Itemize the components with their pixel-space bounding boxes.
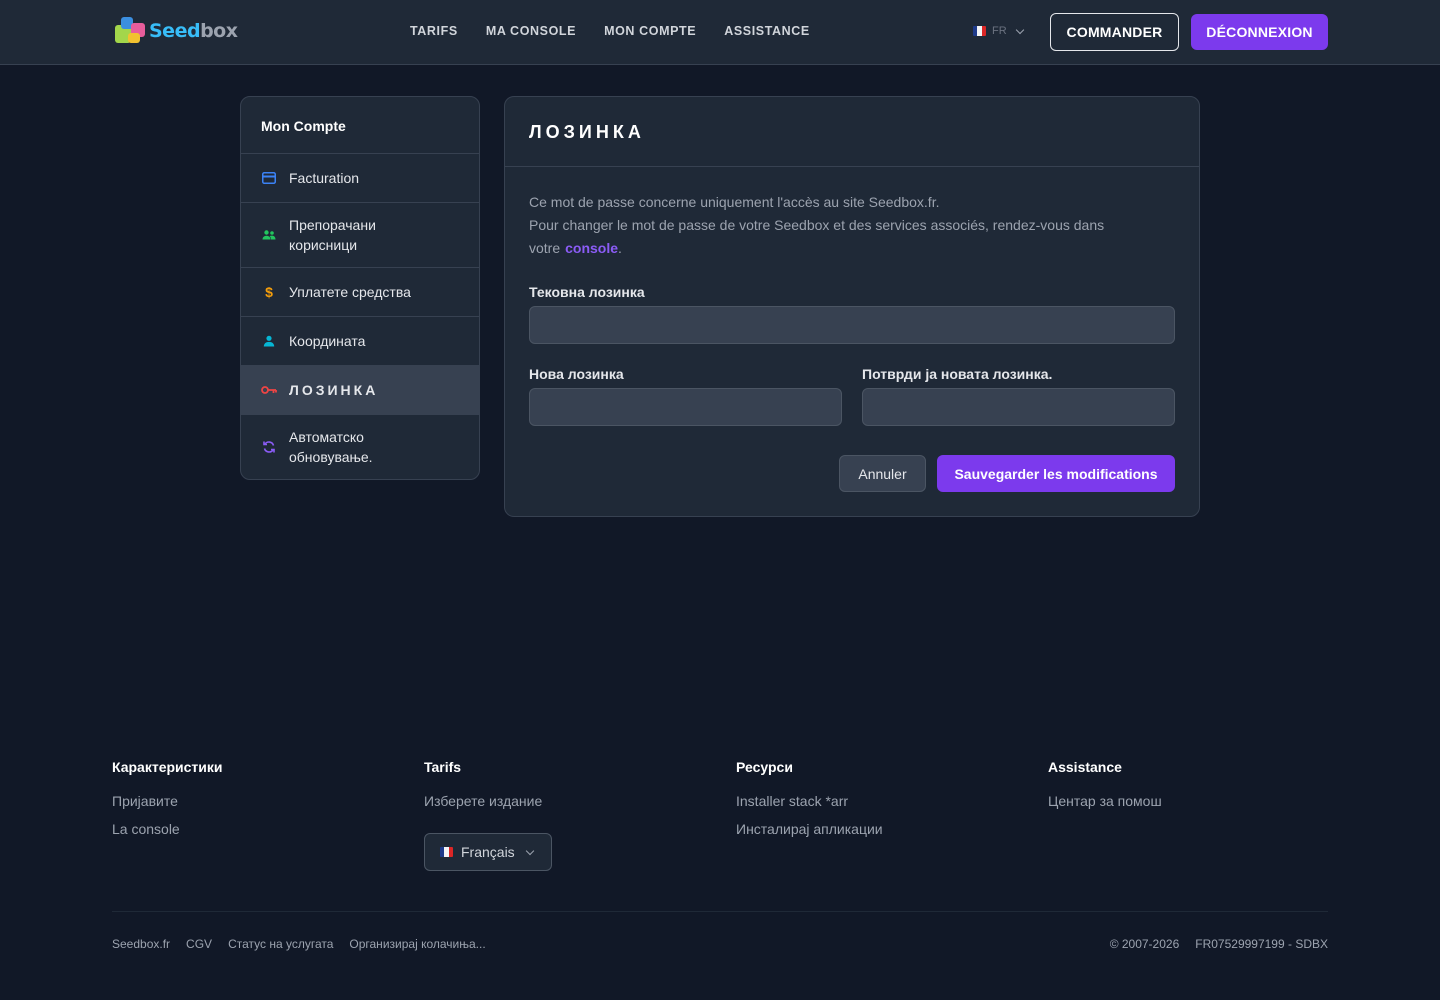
company-id: FR07529997199 - SDBX (1195, 937, 1328, 951)
sidebar-item-label: Автоматско обновување. (289, 429, 373, 465)
password-description: Ce mot de passe concerne uniquement l'ac… (529, 191, 1169, 260)
footer-bottom-link-cookies[interactable]: Организирај колачиња... (349, 937, 485, 951)
account-sidebar: Mon Compte Facturation Препорачани корис… (240, 96, 480, 480)
credit-card-icon (261, 170, 277, 186)
nav-tarifs[interactable]: TARIFS (410, 24, 458, 38)
footer-language-select[interactable]: Français (424, 833, 552, 871)
logout-button[interactable]: DÉCONNEXION (1191, 14, 1328, 50)
footer-link-install-arr[interactable]: Installer stack *arr (736, 793, 883, 810)
footer-col-assistance: Assistance Центар за помош (1048, 759, 1162, 821)
nav-assistance[interactable]: ASSISTANCE (724, 24, 810, 38)
logo-mark-icon (113, 15, 147, 47)
footer-link-help-center[interactable]: Центар за помош (1048, 793, 1162, 810)
sidebar-item-label: Координата (289, 333, 366, 349)
key-icon (261, 382, 277, 398)
footer-link-choose-edition[interactable]: Изберете издание (424, 793, 542, 810)
password-card: ЛОЗИНКА Ce mot de passe concerne uniquem… (504, 96, 1200, 517)
commander-button[interactable]: COMMANDER (1050, 13, 1179, 51)
nav-mon-compte[interactable]: MON COMPTE (604, 24, 696, 38)
sidebar-item-label: Уплатете средства (289, 284, 411, 300)
cancel-button[interactable]: Annuler (839, 455, 926, 492)
footer-heading: Assistance (1048, 759, 1122, 775)
sidebar-item-add-funds[interactable]: $ Уплатете средства (241, 268, 479, 317)
logo-text-part2: box (200, 20, 238, 42)
user-icon (261, 333, 277, 349)
current-password-input[interactable] (529, 306, 1175, 344)
language-switcher[interactable]: FR (973, 25, 1024, 37)
logo-text: Seedbox (149, 20, 238, 42)
new-password-input[interactable] (529, 388, 842, 426)
description-period: . (618, 240, 622, 256)
footer-bottom-link-seedbox[interactable]: Seedbox.fr (112, 937, 170, 951)
refresh-icon (261, 439, 277, 455)
sidebar-item-coordinates[interactable]: Координата (241, 317, 479, 366)
sidebar-item-label: Facturation (289, 170, 360, 186)
current-password-label: Тековна лозинка (529, 284, 645, 300)
confirm-password-input[interactable] (862, 388, 1175, 426)
footer-bottom-link-status[interactable]: Статус на услугата (228, 937, 333, 951)
copyright: © 2007-2026 (1109, 937, 1180, 951)
logo-text-part1: Seed (149, 20, 201, 42)
footer-heading: Ресурси (736, 759, 793, 775)
seedbox-logo[interactable]: Seedbox (113, 15, 245, 47)
sidebar-item-referrals[interactable]: Препорачани корисници (241, 203, 479, 268)
console-link[interactable]: console (565, 240, 618, 256)
top-header: Seedbox TARIFS MA CONSOLE MON COMPTE ASS… (0, 0, 1440, 65)
language-select-value: Français (461, 844, 515, 860)
card-header: ЛОЗИНКА (505, 97, 1199, 167)
confirm-password-label: Потврди ја новата лозинка. (862, 366, 1053, 382)
sidebar-item-facturation[interactable]: Facturation (241, 154, 479, 203)
footer-divider (112, 911, 1328, 912)
footer-bottom-link-cgv[interactable]: CGV (186, 937, 212, 951)
sidebar-item-label: Препорачани корисници (289, 217, 376, 253)
footer-link-console[interactable]: La console (112, 821, 223, 838)
french-flag-icon (973, 26, 986, 36)
footer-col-tarifs: Tarifs Изберете издание (424, 759, 542, 821)
footer-link-login[interactable]: Пријавите (112, 793, 223, 810)
users-icon (261, 227, 277, 243)
description-line-1: Ce mot de passe concerne uniquement l'ac… (529, 194, 940, 210)
main-nav: TARIFS MA CONSOLE MON COMPTE ASSISTANCE (410, 24, 810, 38)
dollar-icon: $ (265, 284, 273, 300)
footer-legal: © 2007-2026 FR07529997199 - SDBX (1110, 937, 1328, 951)
page-title: ЛОЗИНКА (529, 122, 645, 142)
french-flag-icon (440, 847, 453, 857)
footer-bottom-links: Seedbox.fr CGV Статус на услугата Органи… (112, 937, 486, 951)
nav-ma-console[interactable]: MA CONSOLE (486, 24, 576, 38)
sidebar-title: Mon Compte (241, 97, 479, 154)
sidebar-item-auto-renewal[interactable]: Автоматско обновување. (241, 415, 479, 479)
footer-link-install-apps[interactable]: Инсталирај апликации (736, 821, 883, 838)
new-password-label: Нова лозинка (529, 366, 624, 382)
sidebar-item-password[interactable]: ЛОЗИНКА (241, 366, 479, 415)
save-button[interactable]: Sauvegarder les modifications (937, 455, 1175, 492)
footer-col-features: Карактеристики Пријавите La console (112, 759, 223, 849)
chevron-down-icon (1015, 25, 1024, 34)
footer-heading: Карактеристики (112, 759, 223, 775)
sidebar-item-label: ЛОЗИНКА (289, 382, 379, 398)
footer-heading: Tarifs (424, 759, 462, 775)
footer-col-resources: Ресурси Installer stack *arr Инсталирај … (736, 759, 883, 849)
chevron-down-icon (525, 846, 534, 855)
language-code: FR (992, 25, 1007, 37)
